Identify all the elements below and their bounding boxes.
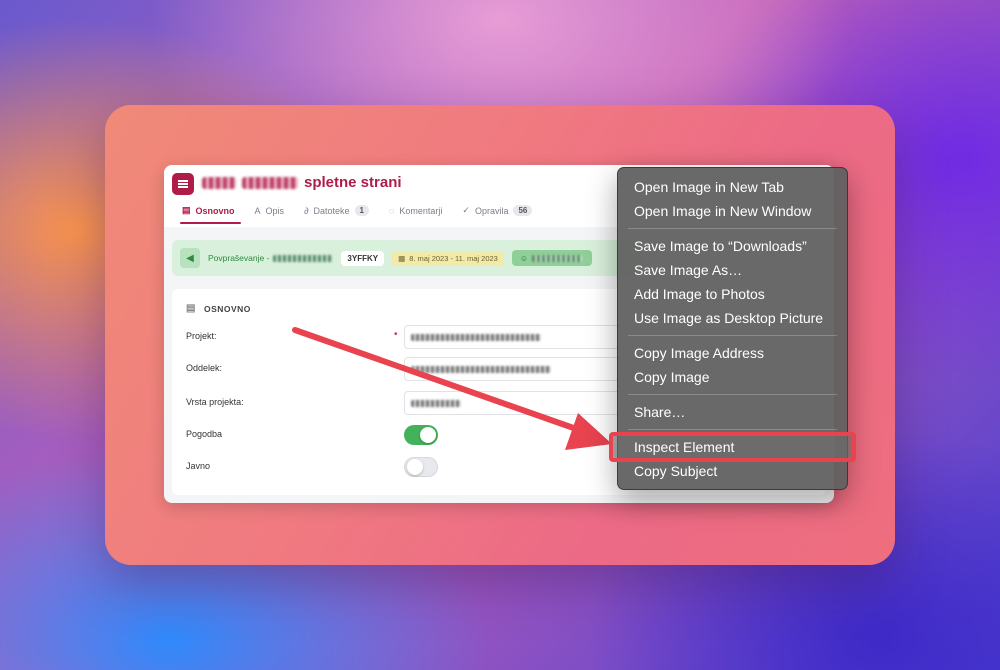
- request-link[interactable]: Povpraševanje -: [208, 253, 269, 263]
- tab-bar: ▤ Osnovno A Opis ∂ Datoteke 1 ◌ Komentar…: [180, 205, 533, 224]
- document-icon: ▤: [186, 303, 196, 314]
- text-icon: A: [254, 205, 261, 216]
- tab-komentarji[interactable]: ◌ Komentarji: [389, 205, 442, 224]
- page-title: spletne strani: [304, 174, 402, 191]
- page-title-row: spletne strani: [202, 174, 402, 191]
- vrsta-projekta-input[interactable]: [404, 391, 634, 415]
- menu-item-copy-subject[interactable]: Copy Subject: [618, 459, 847, 483]
- section-title: OSNOVNO: [203, 303, 251, 314]
- date-range: 8. maj 2023 - 11. maj 2023: [409, 253, 498, 263]
- tab-datoteke[interactable]: ∂ Datoteke 1: [304, 205, 369, 224]
- menu-item-use-image-as-desktop-picture[interactable]: Use Image as Desktop Picture: [618, 306, 847, 330]
- projekt-input[interactable]: [404, 325, 634, 349]
- section-header: ▤ OSNOVNO: [186, 303, 251, 314]
- assignee-chip: ☺: [511, 250, 592, 266]
- menu-separator: [628, 394, 837, 395]
- menu-item-open-image-in-new-tab[interactable]: Open Image in New Tab: [618, 175, 847, 199]
- tab-label: Opis: [265, 205, 285, 216]
- tab-label: Osnovno: [195, 205, 235, 216]
- blurred-text: [242, 176, 298, 189]
- menu-item-save-image-to-downloads[interactable]: Save Image to “Downloads”: [618, 234, 847, 258]
- menu-item-inspect-element[interactable]: Inspect Element: [609, 432, 856, 462]
- context-menu: Open Image in New Tab Open Image in New W…: [609, 167, 856, 490]
- blurred-text: [411, 365, 551, 373]
- field-label-projekt: Projekt:: [186, 331, 217, 341]
- menu-item-add-image-to-photos[interactable]: Add Image to Photos: [618, 282, 847, 306]
- paperclip-icon: ∂: [304, 205, 309, 216]
- chat-icon: ◌: [389, 205, 395, 216]
- field-label-vrsta: Vrsta projekta:: [186, 397, 244, 407]
- menu-item-copy-image[interactable]: Copy Image: [618, 365, 847, 389]
- pogodba-toggle[interactable]: [404, 425, 438, 445]
- menu-item-share[interactable]: Share…: [618, 400, 847, 424]
- field-label-javno: Javno: [186, 461, 211, 471]
- blurred-text: [411, 333, 541, 341]
- blurred-text: [411, 399, 461, 407]
- javno-toggle[interactable]: [404, 457, 438, 477]
- tab-label: Komentarji: [399, 205, 443, 216]
- request-info-bar: ◀ Povpraševanje - 3YFFKY ▦ 8. maj 2023 -…: [172, 240, 642, 276]
- menu-separator: [628, 335, 837, 336]
- calendar-icon: ▦: [398, 253, 406, 263]
- document-icon: ▤: [182, 205, 191, 215]
- date-range-chip: ▦ 8. maj 2023 - 11. maj 2023: [392, 250, 504, 266]
- check-icon: ✓: [462, 205, 470, 215]
- menu-item-save-image-as[interactable]: Save Image As…: [618, 258, 847, 282]
- required-marker: •: [394, 329, 398, 340]
- megaphone-icon: ◀: [180, 248, 200, 268]
- user-icon: ☺: [519, 253, 529, 263]
- field-label-oddelek: Oddelek:: [186, 363, 223, 373]
- blurred-text: [273, 254, 334, 262]
- count-badge: 1: [354, 205, 369, 216]
- toggle-knob: [407, 459, 423, 475]
- oddelek-input[interactable]: [404, 357, 634, 381]
- menu-item-copy-image-address[interactable]: Copy Image Address: [618, 341, 847, 365]
- blurred-text: [202, 176, 236, 189]
- menu-separator: [628, 429, 837, 430]
- menu-separator: [628, 228, 837, 229]
- tab-label: Datoteke: [313, 205, 350, 216]
- blurred-text: [532, 254, 583, 262]
- tab-osnovno[interactable]: ▤ Osnovno: [180, 205, 241, 224]
- count-badge: 56: [513, 205, 533, 216]
- app-logo-icon: [172, 173, 194, 195]
- request-code: 3YFFKY: [341, 250, 385, 266]
- tab-opravila[interactable]: ✓ Opravila 56: [462, 205, 533, 224]
- field-label-pogodba: Pogodba: [186, 429, 223, 439]
- tab-label: Opravila: [474, 205, 509, 216]
- menu-item-open-image-in-new-window[interactable]: Open Image in New Window: [618, 199, 847, 223]
- toggle-knob: [420, 427, 436, 443]
- tab-opis[interactable]: A Opis: [255, 205, 285, 224]
